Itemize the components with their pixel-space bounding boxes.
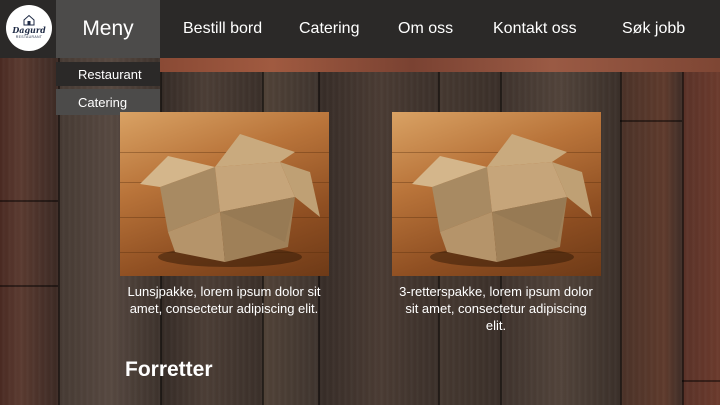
nav-menu-tab[interactable]: Meny [56, 0, 160, 58]
plank-seam [0, 285, 58, 287]
menu-dropdown: Restaurant Catering [56, 62, 160, 115]
nav-item-sok-jobb[interactable]: Søk jobb [622, 0, 685, 58]
restaurant-logo[interactable]: Dagurd RESTAURANT [6, 5, 52, 51]
house-icon [23, 14, 35, 26]
plank-seam [620, 120, 682, 122]
plank-seam [682, 380, 720, 382]
lunch-package-image[interactable] [120, 112, 329, 276]
nav-item-om-oss[interactable]: Om oss [398, 0, 453, 58]
three-course-package-caption: 3-retterspakke, lorem ipsum dolor sit am… [399, 284, 593, 333]
plank-seam [0, 200, 58, 202]
lunch-package-caption: Lunsjpakke, lorem ipsum dolor sit amet, … [127, 284, 321, 316]
nav-item-catering[interactable]: Catering [299, 0, 359, 58]
logo-tagline: RESTAURANT [15, 35, 43, 39]
nav-item-bestill-bord[interactable]: Bestill bord [183, 0, 262, 58]
nav-item-kontakt-oss[interactable]: Kontakt oss [493, 0, 577, 58]
logo-name: Dagurd [12, 25, 46, 35]
plank-seam [58, 0, 60, 405]
accent-strip [160, 58, 720, 72]
three-course-package-image[interactable] [392, 112, 601, 276]
dropdown-item-restaurant[interactable]: Restaurant [56, 62, 160, 86]
cardboard-box-icon [412, 134, 592, 267]
section-title: Forretter [125, 358, 213, 381]
cardboard-box-icon [140, 134, 320, 267]
